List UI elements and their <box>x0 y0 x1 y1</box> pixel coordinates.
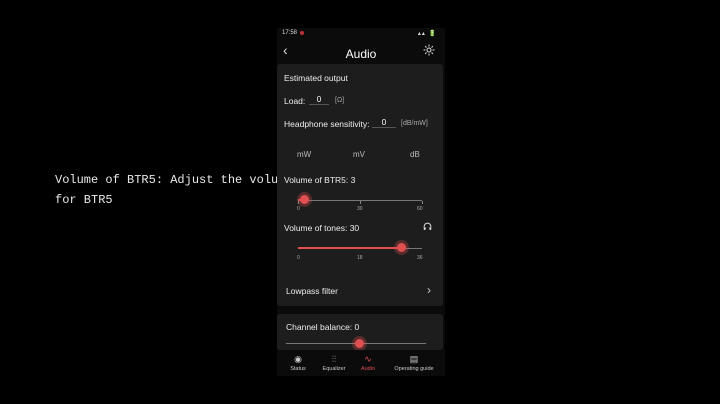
lowpass-filter-row[interactable]: Lowpass filter › <box>277 276 443 306</box>
bottom-navigation: ◉ Status ⫶⫶ Equalizer ∿ Audio ▤ Operatin… <box>277 350 445 376</box>
status-bar: 17:58 ▴▴ 🔋 <box>277 28 445 38</box>
nav-audio[interactable]: ∿ Audio <box>347 350 389 376</box>
unit-mw[interactable]: mW <box>297 150 311 159</box>
volume-tick <box>360 201 361 204</box>
tones-slider-knob[interactable] <box>396 243 406 252</box>
video-caption: Volume of BTR5: Adjust the volume for BT… <box>55 170 293 210</box>
headphones-icon <box>423 222 432 230</box>
load-unit: [Ω] <box>335 97 345 104</box>
tones-value: 30 <box>349 223 360 233</box>
load-label: Load: <box>284 96 306 106</box>
caption-line-1: Volume of BTR5: Adjust the volume <box>55 173 293 187</box>
status-time: 17:58 <box>282 30 298 36</box>
volume-label: Volume of BTR5: 3 <box>284 175 355 185</box>
guide-icon: ▤ <box>409 354 419 364</box>
caption-line-2: for BTR5 <box>55 193 113 207</box>
tones-tick-label: 0 <box>297 255 300 261</box>
tones-label-text: Volume of tones: <box>284 223 348 233</box>
tones-label: Volume of tones: 30 <box>284 223 359 233</box>
volume-tick-label: 0 <box>297 206 300 212</box>
estimated-output-card: Estimated output Load: 0 [Ω] Headphone s… <box>277 64 443 300</box>
sensitivity-input[interactable]: 0 <box>372 118 396 128</box>
sensitivity-unit: [dB/mW] <box>401 120 428 127</box>
balance-value: 0 <box>354 322 360 332</box>
channel-balance-card: Channel balance: 0 <box>277 314 443 350</box>
unit-db[interactable]: dB <box>410 150 420 159</box>
tones-slider-fill <box>298 247 402 249</box>
volume-slider-knob[interactable] <box>299 195 309 204</box>
load-input[interactable]: 0 <box>309 95 329 105</box>
volume-value: 3 <box>350 175 356 185</box>
volume-tick <box>298 201 299 204</box>
balance-label: Channel balance: 0 <box>286 322 359 332</box>
balance-slider-knob[interactable] <box>355 339 364 348</box>
balance-label-text: Channel balance: <box>286 322 353 332</box>
volume-label-text: Volume of BTR5: <box>284 175 349 185</box>
nav-operating-guide-label: Operating guide <box>394 366 434 372</box>
notification-dot-icon <box>300 31 304 35</box>
unit-mv[interactable]: mV <box>353 150 365 159</box>
page-title: Audio <box>345 47 377 61</box>
sensitivity-label: Headphone sensitivity: <box>284 119 370 129</box>
phone-screen: 17:58 ▴▴ 🔋 ‹ Audio Estimated output Load… <box>277 28 445 376</box>
lowpass-filter-label: Lowpass filter <box>286 286 338 296</box>
volume-tick-label: 60 <box>417 206 423 212</box>
audio-wave-icon: ∿ <box>364 354 372 364</box>
estimated-output-heading: Estimated output <box>284 73 348 83</box>
status-icons: ▴▴ 🔋 <box>417 31 437 37</box>
tones-tick-label: 36 <box>417 255 423 261</box>
chevron-right-icon: › <box>427 283 431 297</box>
tones-tick-label: 18 <box>357 255 363 261</box>
gear-icon[interactable] <box>423 44 435 56</box>
volume-tick-label: 30 <box>357 206 363 212</box>
nav-operating-guide[interactable]: ▤ Operating guide <box>389 350 439 376</box>
nav-audio-label: Audio <box>360 366 376 372</box>
volume-tick <box>422 201 423 204</box>
app-header: ‹ Audio <box>277 40 445 64</box>
